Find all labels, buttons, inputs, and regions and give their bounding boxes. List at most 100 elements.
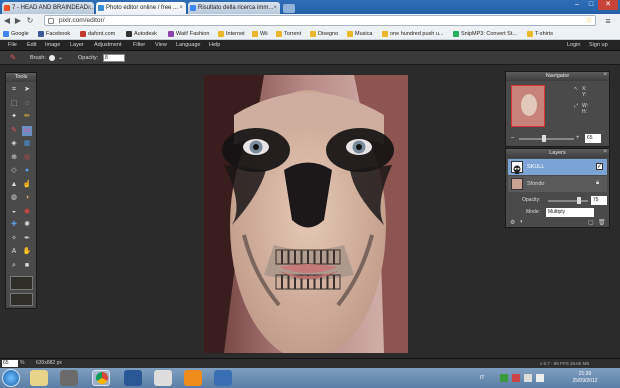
color-replace-icon[interactable]: ◎ [22, 153, 32, 163]
menu-view[interactable]: View [155, 40, 167, 51]
layer-mask-icon[interactable]: ◐ [520, 219, 524, 225]
colorpicker-icon[interactable]: ✒ [22, 234, 32, 244]
layer-opacity-slider[interactable] [548, 200, 588, 202]
blend-mode-select[interactable]: Multiply [546, 208, 594, 217]
layer-visibility-checkbox[interactable]: ✓ [596, 163, 603, 170]
eraser-icon[interactable]: ▭ [22, 125, 32, 136]
close-panel-icon[interactable]: × [603, 149, 607, 155]
bookmark-dafont[interactable]: dafont.com [80, 28, 115, 40]
zoom-slider-handle[interactable] [542, 135, 546, 142]
close-tab-icon[interactable]: × [179, 2, 183, 14]
bucket-icon[interactable]: ◈ [9, 139, 19, 149]
clock-time[interactable]: 21:39 [560, 371, 610, 378]
layer-opacity-input[interactable]: 75 [591, 196, 607, 205]
hand-icon[interactable]: ✋ [22, 247, 32, 257]
gradient-icon[interactable]: ▦ [22, 139, 32, 149]
back-icon[interactable]: ◀ [2, 15, 12, 27]
bookmark-folder-musica[interactable]: Musica [347, 28, 372, 40]
tray-icon[interactable] [512, 374, 520, 382]
zoom-input[interactable]: 65 [585, 134, 601, 143]
new-layer-icon[interactable]: ▢ [588, 219, 594, 226]
status-zoom-input[interactable]: 65 [2, 360, 18, 367]
close-window-button[interactable]: ✕ [598, 0, 618, 10]
secondary-color-swatch[interactable] [10, 293, 33, 306]
wand-icon[interactable]: ✦ [9, 112, 19, 122]
bookmark-google[interactable]: Google [3, 28, 29, 40]
minimize-button[interactable]: – [570, 0, 584, 10]
tab-photo-editor[interactable]: Photo editor online / free ... × [96, 2, 186, 14]
bookmark-autodesk[interactable]: Autodesk [126, 28, 157, 40]
bookmark-folder-wii[interactable]: Wii [252, 28, 268, 40]
pencil-icon[interactable]: ✏ [22, 112, 32, 122]
clock-date[interactable]: 25/09/2012 [560, 378, 610, 385]
bookmark-push-ups[interactable]: one hundred push u... [382, 28, 444, 40]
canvas-image[interactable] [204, 75, 408, 353]
bookmark-folder-tshirts[interactable]: T-shirts [527, 28, 553, 40]
delete-layer-icon[interactable]: 🗑︎ [598, 219, 606, 226]
zoom-icon[interactable]: ⌕ [9, 261, 19, 271]
layer-row-skull[interactable]: SKULL ✓ [508, 159, 607, 175]
move-icon[interactable]: ➤ [22, 85, 32, 95]
zoom-out-icon[interactable]: – [511, 135, 514, 141]
bookmark-star-icon[interactable]: ☆ [586, 16, 592, 26]
tray-network-icon[interactable] [524, 374, 532, 382]
blur-icon[interactable]: ● [22, 166, 32, 176]
layer-row-sfondo[interactable]: Sfondo 🔒︎ [508, 176, 607, 192]
url-input[interactable]: pixlr.com/editor/ ☆ [44, 15, 596, 26]
new-tab-button[interactable] [283, 4, 295, 13]
primary-color-swatch[interactable] [10, 276, 33, 290]
marquee-icon[interactable]: ⬚ [9, 99, 19, 109]
crop-icon[interactable]: ⌗ [9, 85, 19, 95]
bookmark-folder-internet[interactable]: Internet [218, 28, 245, 40]
tray-volume-icon[interactable] [536, 374, 544, 382]
brush-preview-icon[interactable] [49, 55, 55, 61]
taskbar-vlc-icon[interactable] [184, 370, 202, 386]
clone-icon[interactable]: ⊕ [9, 153, 19, 163]
layer-settings-icon[interactable]: ⚙ [510, 219, 515, 226]
taskbar-media-icon[interactable] [60, 370, 78, 386]
drawing-icon[interactable]: ◇ [9, 166, 19, 176]
close-tab-icon[interactable]: × [87, 2, 91, 14]
bookmark-snipmp3[interactable]: SnipMP3: Convert St... [453, 28, 517, 40]
menu-edit[interactable]: Edit [27, 40, 36, 51]
shape-icon[interactable]: ■ [22, 261, 32, 271]
close-tab-icon[interactable]: × [273, 2, 277, 14]
menu-help[interactable]: Help [209, 40, 220, 51]
sponge-icon[interactable]: ◍ [9, 193, 19, 203]
maximize-button[interactable]: □ [584, 0, 598, 10]
zoom-slider[interactable] [519, 138, 574, 140]
bloat-icon[interactable]: ✺ [22, 220, 32, 230]
menu-language[interactable]: Language [176, 40, 200, 51]
menu-file[interactable]: File [8, 40, 17, 51]
brush-opacity-input[interactable]: 8 [103, 54, 125, 62]
start-button[interactable] [2, 369, 20, 387]
lasso-icon[interactable]: ◌ [22, 99, 32, 109]
bookmark-wait-fashion[interactable]: Wait! Fashion [168, 28, 209, 40]
menu-layer[interactable]: Layer [70, 40, 84, 51]
brush-picker-icon[interactable]: ⌄ [58, 54, 66, 62]
burn-icon[interactable]: ◒ [9, 207, 19, 217]
dodge-icon[interactable]: ◑ [22, 193, 32, 203]
sharpen-icon[interactable]: ▲ [9, 180, 19, 190]
signup-link[interactable]: Sign up [589, 40, 608, 51]
forward-icon[interactable]: ▶ [13, 15, 23, 27]
navigator-thumbnail[interactable] [511, 85, 545, 127]
wrench-menu-icon[interactable]: ≡ [600, 15, 616, 27]
reload-icon[interactable]: ↻ [25, 15, 35, 27]
taskbar-chrome-icon[interactable] [92, 370, 110, 386]
taskbar-app-icon[interactable] [154, 370, 172, 386]
close-panel-icon[interactable]: × [603, 72, 607, 78]
menu-image[interactable]: Image [45, 40, 60, 51]
bookmark-folder-torrent[interactable]: Torrent [276, 28, 301, 40]
pinch-icon[interactable]: ✧ [9, 234, 19, 244]
taskbar-word-icon[interactable] [124, 370, 142, 386]
tab-search-results[interactable]: Risultato della ricerca imm... × [188, 2, 280, 14]
brush-icon[interactable]: ✎ [9, 126, 19, 136]
smudge-icon[interactable]: ☝ [22, 180, 32, 190]
layer-opacity-handle[interactable] [577, 197, 581, 204]
tray-icon[interactable] [500, 374, 508, 382]
type-icon[interactable]: A [9, 247, 19, 257]
zoom-in-icon[interactable]: + [576, 135, 580, 141]
bookmark-facebook[interactable]: Facebook [38, 28, 70, 40]
redeye-icon[interactable]: ◉ [22, 207, 32, 217]
